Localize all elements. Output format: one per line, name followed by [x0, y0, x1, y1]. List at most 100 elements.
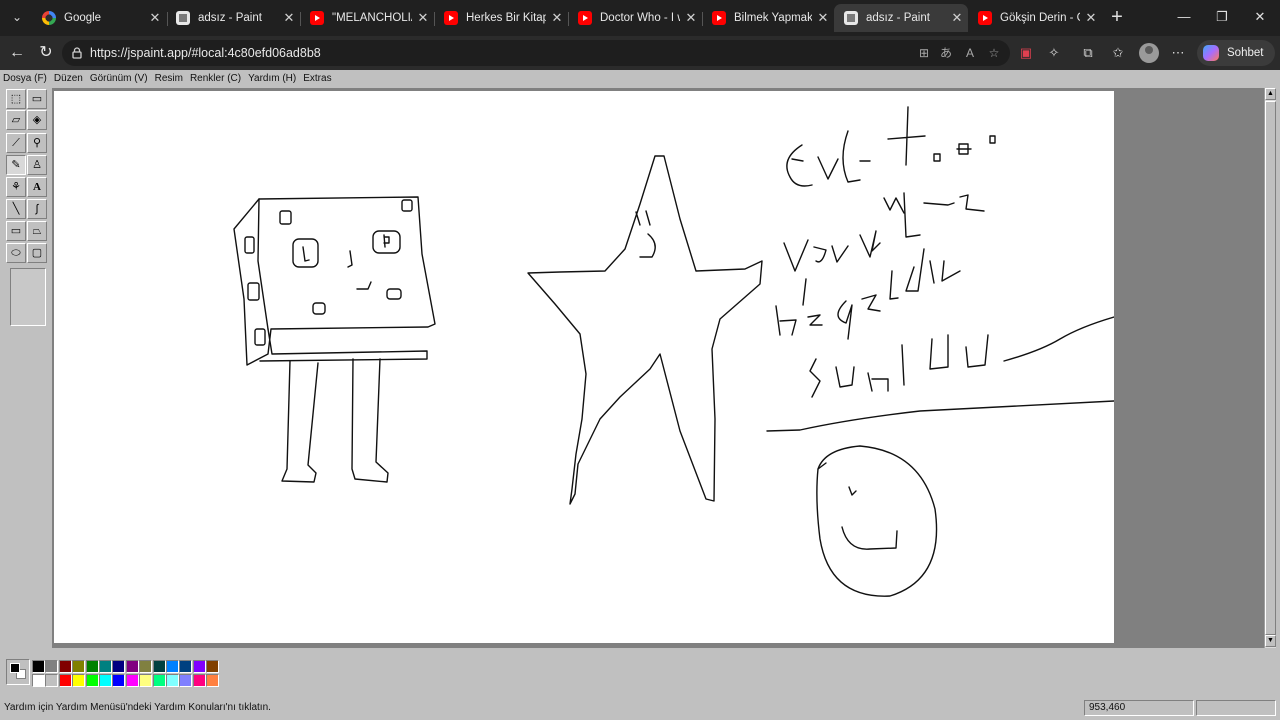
- close-icon[interactable]: ✕: [946, 10, 968, 26]
- minimize-icon[interactable]: —: [1164, 0, 1204, 34]
- color-swatch[interactable]: [206, 660, 220, 673]
- tab-doctor-who[interactable]: Doctor Who - I will ✕: [568, 4, 702, 32]
- close-icon[interactable]: ✕: [1080, 10, 1102, 26]
- copilot-chat-button[interactable]: Sohbet et: [1197, 40, 1275, 85]
- airbrush-tool[interactable]: ⚘: [6, 177, 26, 197]
- color-swatch[interactable]: [152, 674, 166, 687]
- youtube-icon: [978, 11, 992, 25]
- tab-paint-active[interactable]: adsız - Paint ✕: [834, 4, 968, 32]
- tool-options-panel[interactable]: [10, 268, 46, 326]
- color-swatch[interactable]: [58, 660, 72, 673]
- color-swatch[interactable]: [99, 660, 112, 673]
- brush-tool[interactable]: ♙: [27, 155, 47, 175]
- color-swatch[interactable]: [32, 660, 45, 673]
- color-swatch[interactable]: [192, 660, 206, 673]
- color-swatch[interactable]: [85, 674, 99, 687]
- profile-avatar[interactable]: [1139, 43, 1159, 63]
- rect-select-tool[interactable]: ▭: [27, 89, 47, 109]
- tab-melancholia[interactable]: "MELANCHOLIA" M ✕: [300, 4, 434, 32]
- close-icon[interactable]: ✕: [812, 10, 834, 26]
- url-text[interactable]: https://jspaint.app/#local:4c80efd06ad8b…: [90, 40, 321, 66]
- window-close-icon[interactable]: ✕: [1240, 0, 1280, 34]
- read-aloud-icon[interactable]: A: [962, 45, 978, 61]
- address-bar[interactable]: https://jspaint.app/#local:4c80efd06ad8b…: [62, 40, 1010, 66]
- curve-tool[interactable]: ∫: [27, 199, 47, 219]
- magnifier-tool[interactable]: ⚲: [27, 133, 47, 153]
- tab-title: Bilmek Yapmaktır -: [734, 12, 812, 24]
- color-swatch[interactable]: [72, 674, 86, 687]
- pencil-tool[interactable]: ✎: [6, 155, 26, 175]
- app-available-icon[interactable]: ⊞: [916, 45, 932, 61]
- split-screen-icon[interactable]: ⧉: [1078, 43, 1098, 63]
- menu-image[interactable]: Resim: [152, 70, 186, 88]
- rounded-rectangle-tool[interactable]: ▢: [27, 243, 47, 263]
- close-icon[interactable]: ✕: [412, 10, 434, 26]
- scrollbar-thumb[interactable]: [1265, 101, 1276, 635]
- favorites-icon[interactable]: ✩: [1108, 43, 1128, 63]
- color-swatch[interactable]: [112, 660, 126, 673]
- more-options-icon[interactable]: ⋯: [1168, 43, 1188, 63]
- color-swatch[interactable]: [166, 674, 179, 687]
- menu-help[interactable]: Yardım (H): [245, 70, 299, 88]
- ellipse-tool[interactable]: ⬭: [6, 243, 26, 263]
- menu-extras[interactable]: Extras: [300, 70, 334, 88]
- color-swatch[interactable]: [72, 660, 86, 673]
- color-swatch[interactable]: [58, 674, 72, 687]
- color-swatch[interactable]: [139, 674, 153, 687]
- tab-google[interactable]: Google ✕: [32, 4, 166, 32]
- eraser-tool[interactable]: ▱: [6, 110, 26, 130]
- color-swatch[interactable]: [125, 674, 139, 687]
- tab-goksin-derin[interactable]: Gökşin Derin - Gök ✕: [968, 4, 1102, 32]
- tab-herkes-bir-kitap[interactable]: Herkes Bir Kitap - Y ✕: [434, 4, 568, 32]
- free-form-select-tool[interactable]: ⬚: [6, 89, 26, 109]
- color-swatch[interactable]: [99, 674, 112, 687]
- current-colors[interactable]: [6, 659, 30, 685]
- color-swatch[interactable]: [139, 660, 153, 673]
- reload-button[interactable]: ↻: [34, 41, 58, 65]
- copilot-icon: [1203, 45, 1219, 61]
- primary-color[interactable]: [10, 663, 20, 673]
- close-icon[interactable]: ✕: [546, 10, 568, 26]
- color-swatch[interactable]: [192, 674, 206, 687]
- favorite-star-icon[interactable]: ☆: [986, 45, 1002, 61]
- extension-icon[interactable]: ▣: [1016, 43, 1036, 63]
- line-tool[interactable]: ╲: [6, 199, 26, 219]
- scroll-down-icon[interactable]: ▼: [1265, 635, 1276, 647]
- color-swatch[interactable]: [179, 660, 193, 673]
- close-icon[interactable]: ✕: [144, 10, 166, 26]
- color-swatch[interactable]: [112, 674, 126, 687]
- color-swatch[interactable]: [45, 660, 59, 673]
- color-swatch[interactable]: [152, 660, 166, 673]
- color-swatch[interactable]: [179, 674, 193, 687]
- menu-colors[interactable]: Renkler (C): [187, 70, 244, 88]
- scroll-up-icon[interactable]: ▲: [1265, 88, 1276, 100]
- close-icon[interactable]: ✕: [680, 10, 702, 26]
- rectangle-tool[interactable]: ▭: [6, 221, 26, 241]
- new-tab-button[interactable]: +: [1106, 6, 1128, 28]
- color-swatch[interactable]: [85, 660, 99, 673]
- extensions-puzzle-icon[interactable]: ✧: [1044, 43, 1064, 63]
- tab-paint[interactable]: adsız - Paint ✕: [166, 4, 300, 32]
- color-swatch[interactable]: [45, 674, 59, 687]
- drawing-canvas[interactable]: [54, 91, 1115, 643]
- vertical-scrollbar[interactable]: ▲ ▼: [1264, 88, 1276, 648]
- text-tool[interactable]: A: [27, 177, 47, 197]
- color-swatch[interactable]: [206, 674, 220, 687]
- menu-edit[interactable]: Düzen: [51, 70, 86, 88]
- tab-bilmek-yapmaktir[interactable]: Bilmek Yapmaktır - ✕: [702, 4, 834, 32]
- back-button[interactable]: ←: [5, 41, 29, 65]
- restore-icon[interactable]: ❐: [1202, 0, 1242, 34]
- polygon-tool[interactable]: ⏢: [27, 221, 47, 241]
- fill-bucket-tool[interactable]: ◈: [27, 110, 47, 130]
- menu-file[interactable]: Dosya (F): [0, 70, 50, 88]
- translate-icon[interactable]: あ: [938, 45, 954, 61]
- tab-actions-menu-icon[interactable]: ⌄: [6, 6, 28, 28]
- color-swatch[interactable]: [166, 660, 179, 673]
- drawing: [233, 106, 1115, 597]
- color-swatch[interactable]: [125, 660, 139, 673]
- lock-icon[interactable]: [70, 46, 84, 60]
- color-swatch[interactable]: [32, 674, 45, 687]
- close-icon[interactable]: ✕: [278, 10, 300, 26]
- menu-view[interactable]: Görünüm (V): [87, 70, 151, 88]
- color-picker-tool[interactable]: ⟋: [6, 133, 26, 153]
